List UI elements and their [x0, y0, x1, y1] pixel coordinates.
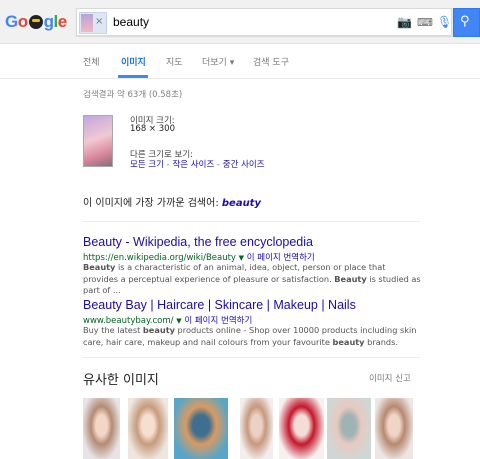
- best-guess-prefix: 이 이미지에 가장 가까운 검색어:: [83, 198, 222, 209]
- link-small-size[interactable]: 작은 사이즈: [172, 160, 214, 170]
- tab-images[interactable]: 이미지: [121, 55, 146, 68]
- search-box[interactable]: × beauty 📷 ⌨ 🎙: [76, 8, 452, 36]
- tab-search-tools[interactable]: 검색 도구: [253, 55, 289, 68]
- similar-image-6[interactable]: [327, 398, 371, 459]
- divider: [83, 221, 420, 222]
- search-icon: ⚲: [460, 14, 470, 29]
- tab-more[interactable]: 더보기 ▾: [202, 55, 234, 68]
- query-image-thumbnail: [81, 14, 93, 32]
- top-bar: Go gle × beauty 📷 ⌨ 🎙 ⚲: [0, 0, 480, 44]
- url-dropdown-icon[interactable]: ▼: [176, 317, 181, 325]
- keyboard-icon[interactable]: ⌨: [417, 16, 433, 29]
- best-guess-link[interactable]: beauty: [222, 198, 261, 209]
- remove-image-icon[interactable]: ×: [95, 16, 103, 27]
- url-dropdown-icon[interactable]: ▼: [239, 254, 244, 262]
- image-size-value: 168 × 300: [130, 124, 175, 134]
- result-title-2[interactable]: Beauty Bay | Haircare | Skincare | Makeu…: [83, 298, 356, 312]
- google-logo[interactable]: Go gle: [5, 12, 67, 32]
- tab-all[interactable]: 전체: [83, 55, 100, 68]
- source-image[interactable]: [83, 115, 113, 167]
- result-snippet-1: Beauty is a characteristic of an animal,…: [83, 262, 421, 295]
- similar-image-4[interactable]: [240, 398, 273, 459]
- doodle-icon: [28, 15, 43, 29]
- divider: [83, 357, 420, 358]
- link-all-sizes[interactable]: 모든 크기: [130, 160, 164, 170]
- similar-image-7[interactable]: [375, 398, 413, 459]
- result-title-1[interactable]: Beauty - Wikipedia, the free encyclopedi…: [83, 235, 313, 249]
- similar-image-5[interactable]: [279, 398, 324, 459]
- camera-icon[interactable]: 📷: [397, 15, 412, 29]
- search-tabs: 전체 이미지 지도 더보기 ▾ 검색 도구: [0, 44, 480, 79]
- tab-maps[interactable]: 지도: [166, 55, 183, 68]
- other-sizes-links: 모든 크기 - 작은 사이즈 - 중간 사이즈: [130, 158, 265, 170]
- similar-images-heading: 유사한 이미지: [83, 373, 159, 388]
- similar-image-1[interactable]: [83, 398, 120, 459]
- best-guess: 이 이미지에 가장 가까운 검색어: beauty: [83, 194, 261, 209]
- result-stats: 검색결과 약 63개 (0.58초): [83, 90, 183, 100]
- link-medium-size[interactable]: 중간 사이즈: [223, 160, 265, 170]
- search-button[interactable]: ⚲: [453, 8, 480, 37]
- similar-image-3[interactable]: [174, 398, 228, 459]
- similar-image-2[interactable]: [128, 398, 168, 459]
- active-tab-indicator: [118, 75, 148, 78]
- result-snippet-2: Buy the latest beauty products online - …: [83, 325, 417, 347]
- search-image-chip[interactable]: ×: [79, 12, 107, 34]
- search-input[interactable]: beauty: [113, 15, 149, 29]
- link-separator: -: [214, 160, 223, 170]
- microphone-icon[interactable]: 🎙: [437, 15, 452, 29]
- report-images-link[interactable]: 이미지 신고: [369, 372, 411, 384]
